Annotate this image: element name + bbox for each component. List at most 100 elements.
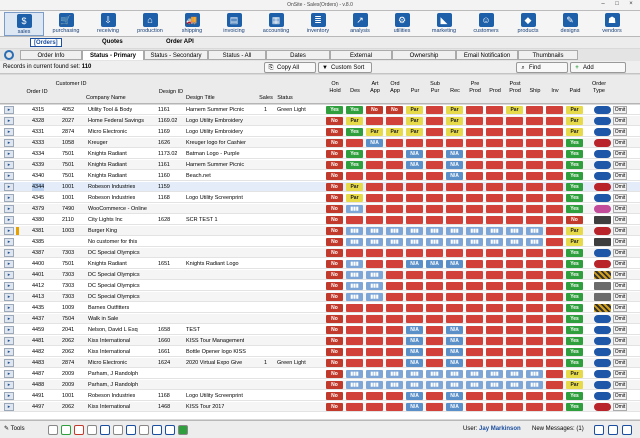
status-cell[interactable]	[426, 183, 443, 191]
status-cell[interactable]: Yes	[566, 139, 583, 147]
status-cell[interactable]	[546, 150, 563, 158]
status-cell[interactable]	[506, 172, 523, 180]
status-cell[interactable]: ▮▮▮	[466, 370, 483, 378]
col-order-id[interactable]: Order ID	[22, 89, 52, 95]
forward-icon[interactable]	[608, 425, 618, 435]
omit-button[interactable]: Omit	[613, 403, 627, 411]
status-cell[interactable]	[406, 249, 423, 257]
col-status-10-line-1[interactable]: Ship	[524, 88, 546, 94]
status-cell[interactable]	[546, 315, 563, 323]
view-tab-status-primary[interactable]: Status - Primary	[82, 50, 144, 60]
status-cell[interactable]	[366, 392, 383, 400]
status-cell[interactable]: Yes	[346, 106, 363, 114]
maximize-icon[interactable]: □	[610, 1, 624, 7]
order-type-badge[interactable]	[594, 337, 611, 345]
status-cell[interactable]	[486, 128, 503, 136]
status-cell[interactable]	[546, 370, 563, 378]
status-cell[interactable]: Par	[566, 381, 583, 389]
table-row[interactable]: ▸ 4387 7303 DC Special Olympics No Yes Omit	[0, 248, 640, 258]
status-cell[interactable]: ▮▮▮	[526, 227, 543, 235]
status-cell[interactable]: Par	[346, 194, 363, 202]
status-cell[interactable]: Yes	[566, 161, 583, 169]
status-cell[interactable]: N/A	[406, 348, 423, 356]
nav-purchasing[interactable]: 🛒 purchasing	[46, 12, 86, 36]
status-cell[interactable]	[406, 315, 423, 323]
omit-button[interactable]: Omit	[613, 117, 627, 125]
status-cell[interactable]	[426, 392, 443, 400]
status-cell[interactable]	[506, 249, 523, 257]
status-cell[interactable]: No	[326, 271, 343, 279]
row-open-button[interactable]: ▸	[4, 293, 14, 301]
status-cell[interactable]	[386, 172, 403, 180]
status-cell[interactable]	[386, 117, 403, 125]
status-cell[interactable]	[526, 304, 543, 312]
status-cell[interactable]	[466, 326, 483, 334]
omit-button[interactable]: Omit	[613, 150, 627, 158]
status-cell[interactable]	[426, 172, 443, 180]
status-cell[interactable]: ▮▮▮	[346, 238, 363, 246]
col-status-7-line-1[interactable]: Prod	[464, 88, 486, 94]
status-cell[interactable]: ▮▮▮	[346, 370, 363, 378]
status-cell[interactable]	[366, 403, 383, 411]
status-cell[interactable]	[366, 150, 383, 158]
status-cell[interactable]: No	[326, 359, 343, 367]
status-cell[interactable]	[346, 139, 363, 147]
status-cell[interactable]	[446, 293, 463, 301]
status-cell[interactable]: Par	[386, 128, 403, 136]
status-cell[interactable]: Yes	[566, 304, 583, 312]
tab-order-api[interactable]: Order API	[163, 38, 197, 47]
row-open-button[interactable]: ▸	[4, 238, 14, 246]
new-messages[interactable]: New Messages: (1)	[532, 426, 584, 432]
status-cell[interactable]	[546, 348, 563, 356]
status-cell[interactable]: No	[386, 106, 403, 114]
status-cell[interactable]: Yes	[326, 106, 343, 114]
status-cell[interactable]	[526, 337, 543, 345]
status-cell[interactable]	[546, 293, 563, 301]
status-cell[interactable]	[466, 304, 483, 312]
order-type-badge[interactable]	[594, 238, 611, 246]
status-cell[interactable]: Par	[366, 128, 383, 136]
omit-button[interactable]: Omit	[613, 260, 627, 268]
status-cell[interactable]	[466, 293, 483, 301]
nav-inventory[interactable]: ≣ inventory	[298, 12, 338, 36]
status-cell[interactable]	[546, 106, 563, 114]
status-cell[interactable]: No	[326, 348, 343, 356]
status-cell[interactable]	[406, 304, 423, 312]
status-cell[interactable]	[426, 359, 443, 367]
row-open-button[interactable]: ▸	[4, 359, 14, 367]
table-row[interactable]: ▸ 4400 7501 Knights Radiant 1651 Knights Radi…	[0, 259, 640, 269]
status-cell[interactable]: Par	[566, 370, 583, 378]
status-cell[interactable]: No	[326, 381, 343, 389]
status-cell[interactable]	[346, 315, 363, 323]
status-cell[interactable]: ▮▮▮	[526, 381, 543, 389]
omit-button[interactable]: Omit	[613, 172, 627, 180]
status-cell[interactable]	[466, 194, 483, 202]
order-type-badge[interactable]	[594, 249, 611, 257]
status-cell[interactable]	[346, 249, 363, 257]
status-cell[interactable]: N/A	[446, 150, 463, 158]
status-cell[interactable]	[506, 304, 523, 312]
status-cell[interactable]	[426, 117, 443, 125]
row-open-button[interactable]: ▸	[4, 139, 14, 147]
status-cell[interactable]: ▮▮▮	[346, 271, 363, 279]
status-cell[interactable]	[546, 205, 563, 213]
nav-vendors[interactable]: ☗ vendors	[592, 12, 632, 36]
gear-icon[interactable]	[165, 425, 175, 435]
row-open-button[interactable]: ▸	[4, 392, 14, 400]
status-cell[interactable]	[466, 271, 483, 279]
order-type-badge[interactable]	[594, 106, 611, 114]
status-cell[interactable]	[366, 359, 383, 367]
status-cell[interactable]: Yes	[346, 161, 363, 169]
status-cell[interactable]: ▮▮▮	[426, 381, 443, 389]
status-cell[interactable]	[466, 216, 483, 224]
nav-products[interactable]: ◆ products	[508, 12, 548, 36]
status-cell[interactable]: N/A	[406, 392, 423, 400]
status-cell[interactable]: ▮▮▮	[486, 238, 503, 246]
status-cell[interactable]	[526, 117, 543, 125]
status-cell[interactable]	[486, 271, 503, 279]
nav-receiving[interactable]: ⇩ receiving	[88, 12, 128, 36]
order-type-badge[interactable]	[594, 227, 611, 235]
status-cell[interactable]	[526, 293, 543, 301]
omit-button[interactable]: Omit	[613, 348, 627, 356]
status-cell[interactable]	[506, 326, 523, 334]
